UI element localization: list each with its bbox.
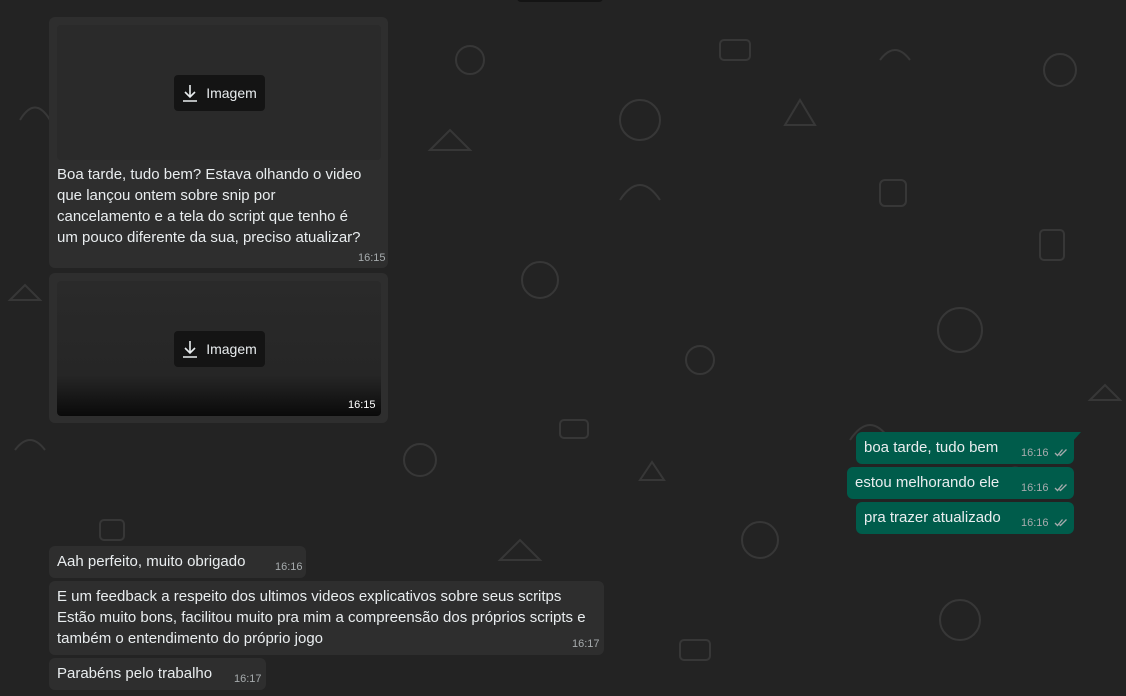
caption-line: que lançou ontem sobre snip por xyxy=(57,187,276,204)
message-text: pra trazer atualizado xyxy=(864,509,1001,526)
image-placeholder: Imagem 16:15 xyxy=(57,281,381,416)
message-text: E um feedback a respeito dos ultimos vid… xyxy=(57,586,586,649)
outgoing-text-message[interactable]: estou melhorando ele 16:16 xyxy=(847,467,1074,499)
image-caption: Boa tarde, tudo bem? Estava olhando o vi… xyxy=(57,164,361,248)
message-text: Parabéns pelo trabalho xyxy=(57,665,213,682)
incoming-image-message[interactable]: Imagem 16:15 xyxy=(49,273,388,423)
previous-message-edge xyxy=(517,0,603,2)
message-timestamp: 16:15 xyxy=(358,252,386,264)
image-placeholder: Imagem xyxy=(57,25,381,160)
message-text: Aah perfeito, muito obrigado xyxy=(57,553,246,570)
message-text: estou melhorando ele xyxy=(855,474,1000,491)
message-line: E um feedback a respeito dos ultimos vid… xyxy=(57,588,562,605)
download-arrow-icon xyxy=(183,341,198,358)
download-image-button[interactable]: Imagem xyxy=(174,75,265,111)
bubble-tail xyxy=(1073,432,1081,441)
download-label: Imagem xyxy=(206,85,257,101)
message-timestamp: 16:16 xyxy=(1021,447,1049,459)
message-timestamp: 16:16 xyxy=(1021,482,1049,494)
message-timestamp: 16:17 xyxy=(234,673,262,685)
message-timestamp: 16:16 xyxy=(275,561,303,573)
download-arrow-icon xyxy=(183,85,198,102)
message-line: Estão muito bons, facilitou muito pra mi… xyxy=(57,609,586,626)
message-timestamp: 16:17 xyxy=(572,638,600,650)
message-line: também o entendimento do próprio jogo xyxy=(57,630,324,647)
incoming-text-message[interactable]: E um feedback a respeito dos ultimos vid… xyxy=(49,581,604,655)
message-timestamp: 16:15 xyxy=(348,399,376,411)
double-check-icon xyxy=(1054,519,1067,527)
double-check-icon xyxy=(1054,449,1067,457)
caption-line: cancelamento e a tela do script que tenh… xyxy=(57,208,349,225)
incoming-image-message[interactable]: Imagem Boa tarde, tudo bem? Estava olhan… xyxy=(49,17,388,268)
incoming-text-message[interactable]: Parabéns pelo trabalho 16:17 xyxy=(49,658,266,690)
outgoing-text-message[interactable]: pra trazer atualizado 16:16 xyxy=(856,502,1074,534)
download-label: Imagem xyxy=(206,341,257,357)
message-text: boa tarde, tudo bem xyxy=(864,439,999,456)
download-image-button[interactable]: Imagem xyxy=(174,331,265,367)
caption-line: Boa tarde, tudo bem? Estava olhando o vi… xyxy=(57,166,362,183)
caption-line: um pouco diferente da sua, preciso atual… xyxy=(57,229,361,246)
incoming-text-message[interactable]: Aah perfeito, muito obrigado 16:16 xyxy=(49,546,306,578)
outgoing-text-message[interactable]: boa tarde, tudo bem 16:16 xyxy=(856,432,1074,464)
double-check-icon xyxy=(1054,484,1067,492)
message-timestamp: 16:16 xyxy=(1021,517,1049,529)
